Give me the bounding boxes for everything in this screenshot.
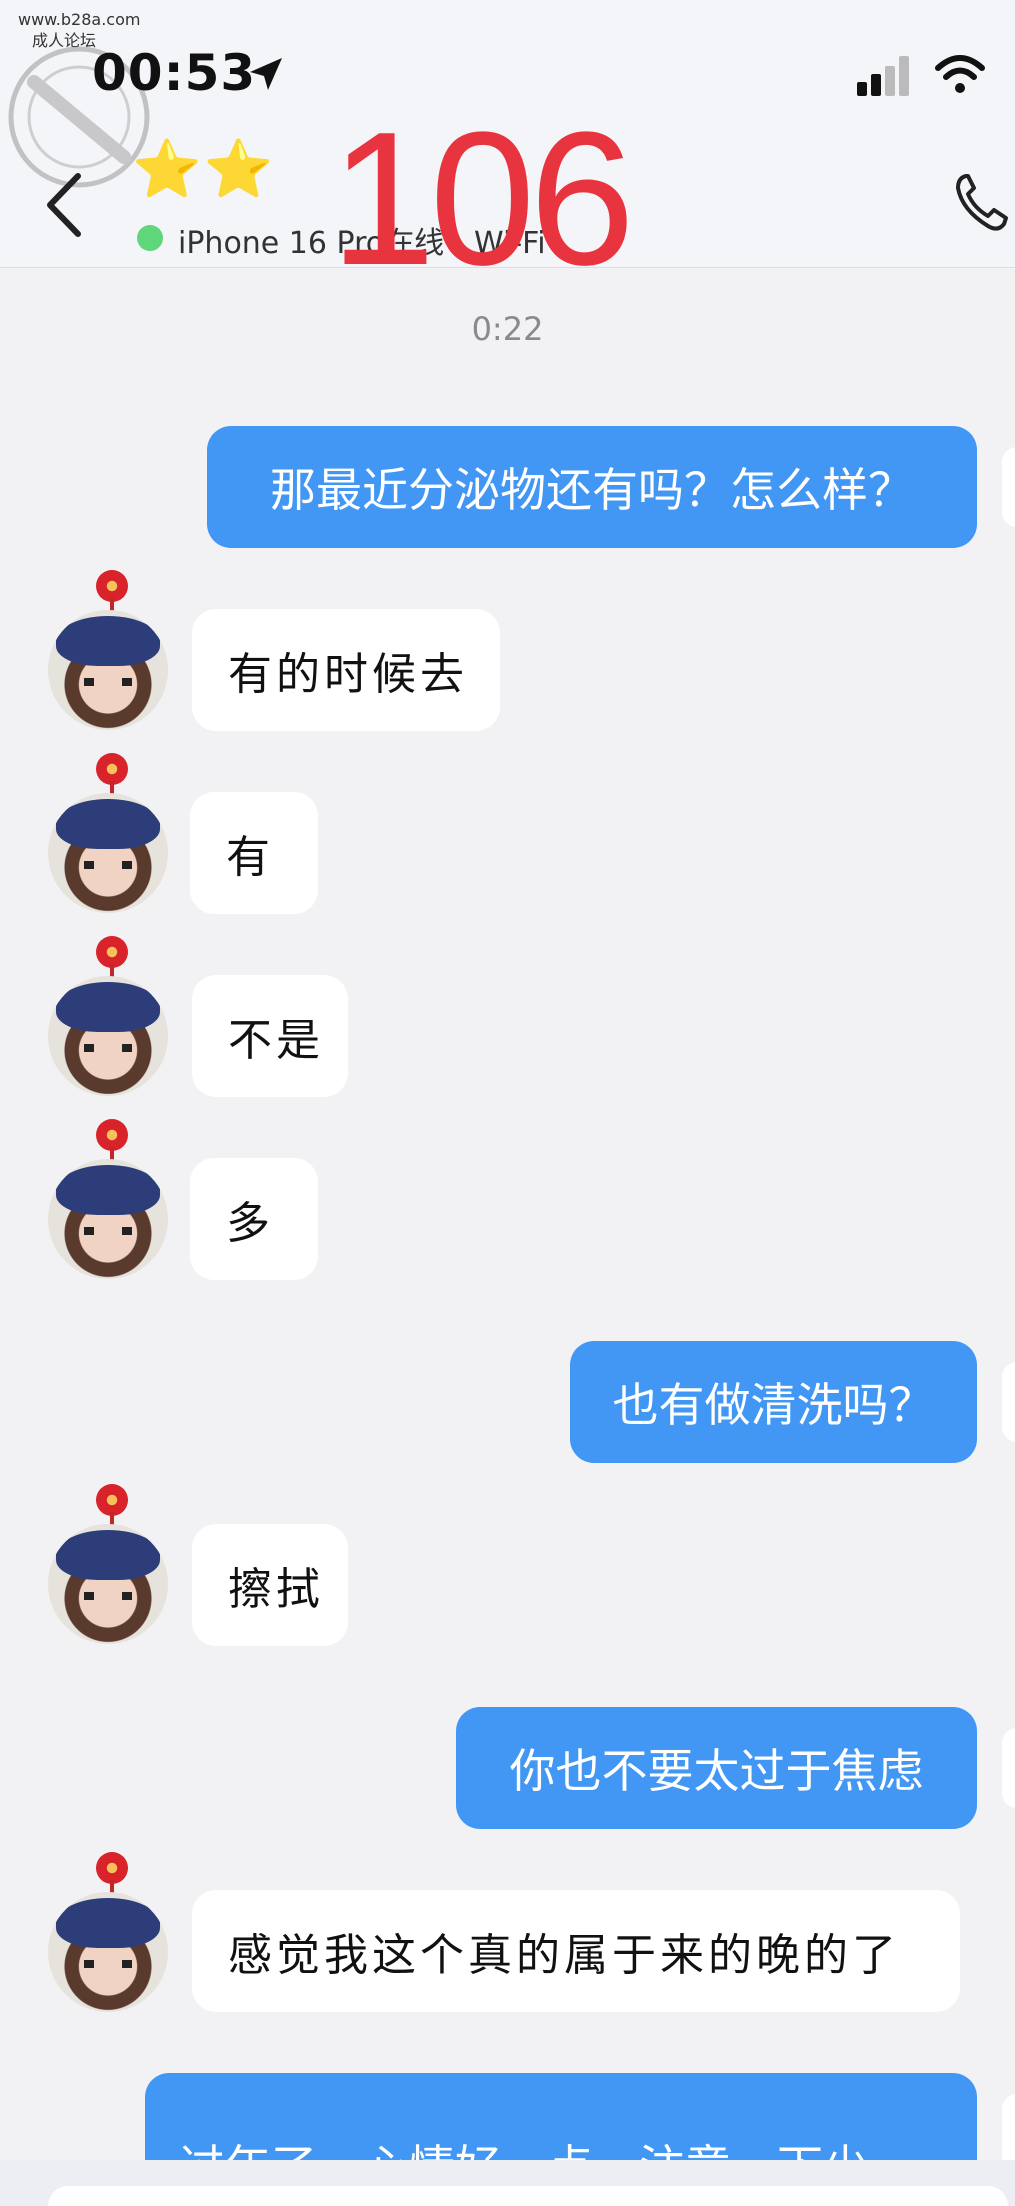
outgoing-message[interactable]: 你也不要太过于焦虑 (456, 1707, 977, 1829)
message-text: 不是 (228, 1015, 324, 1066)
message-text: 有 (226, 832, 274, 883)
location-arrow-icon (250, 58, 282, 90)
message-status-indicator (1002, 1728, 1015, 1808)
online-status-dot (137, 225, 163, 251)
back-button[interactable] (40, 170, 90, 240)
contact-avatar[interactable] (48, 1159, 168, 1279)
message-text: 擦拭 (228, 1564, 324, 1615)
message-text: 多 (226, 1198, 274, 1249)
call-button[interactable] (952, 170, 1012, 234)
status-time: 00:53 (92, 44, 257, 102)
message-text: 那最近分泌物还有吗？怎么样？ (270, 463, 914, 517)
chat-header: www.b28a.com 成人论坛 00:53 ⭐⭐ iPhone 16 Pro… (0, 0, 1015, 294)
incoming-message[interactable]: 擦拭 (192, 1524, 348, 1646)
message-timestamp: 0:22 (471, 310, 544, 348)
incoming-message[interactable]: 不是 (192, 975, 348, 1097)
message-text: 也有做清洗吗？ (612, 1378, 935, 1432)
incoming-message[interactable]: 有 (190, 792, 318, 914)
contact-name[interactable]: ⭐⭐ (132, 140, 275, 200)
outgoing-message[interactable]: 也有做清洗吗？ (570, 1341, 977, 1463)
message-input[interactable] (48, 2186, 1008, 2206)
message-text: 你也不要太过于焦虑 (509, 1744, 924, 1798)
message-status-indicator (1002, 447, 1015, 527)
message-text: 感觉我这个真的属于来的晚的了 (228, 1930, 900, 1981)
contact-avatar[interactable] (48, 976, 168, 1096)
message-status-indicator (1002, 1362, 1015, 1442)
wifi-icon (935, 55, 985, 93)
contact-avatar[interactable] (48, 610, 168, 730)
contact-avatar[interactable] (48, 1524, 168, 1644)
message-text: 有的时候去 (228, 649, 468, 700)
incoming-message[interactable]: 多 (190, 1158, 318, 1280)
overlay-number: 106 (330, 93, 635, 305)
incoming-message[interactable]: 有的时候去 (192, 609, 500, 731)
contact-avatar[interactable] (48, 1892, 168, 2012)
cellular-signal-icon (857, 56, 909, 96)
contact-avatar[interactable] (48, 793, 168, 913)
outgoing-message[interactable]: 那最近分泌物还有吗？怎么样？ (207, 426, 977, 548)
incoming-message[interactable]: 感觉我这个真的属于来的晚的了 (192, 1890, 960, 2012)
